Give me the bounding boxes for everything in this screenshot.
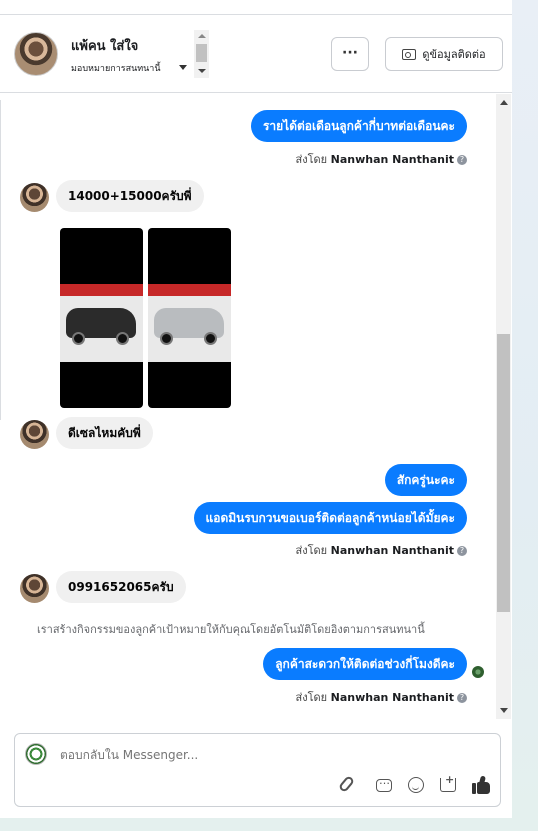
incoming-message[interactable]: ดีเซลไหมคับพี่ xyxy=(56,417,153,449)
sent-by-label: ส่งโดย Nanwhan Nanthanit? xyxy=(296,150,467,168)
outgoing-message[interactable]: สักครู่นะคะ xyxy=(384,464,467,496)
assign-conversation-label[interactable]: มอบหมายการสนทนานี้ xyxy=(71,61,161,75)
more-options-button[interactable]: ··· xyxy=(331,37,369,71)
view-contact-button[interactable]: ดูข้อมูลติดต่อ xyxy=(385,37,503,71)
reply-input[interactable] xyxy=(60,748,360,762)
sent-by-agent: Nanwhan Nanthanit xyxy=(330,691,454,704)
sent-by-agent: Nanwhan Nanthanit xyxy=(330,153,454,166)
smile-icon[interactable] xyxy=(408,777,424,793)
conversation-panel: แพ้คน ใส่ใจ มอบหมายการสนทนานี้ ··· ดูข้อ… xyxy=(0,0,512,818)
scroll-down-icon[interactable] xyxy=(198,69,206,73)
paperclip-icon[interactable] xyxy=(337,774,360,794)
outgoing-message[interactable]: ลูกค้าสะดวกให้ติดต่อช่วงกี่โมงดีคะ xyxy=(263,648,467,680)
chat-bubble-icon[interactable] xyxy=(376,774,392,792)
incoming-message[interactable]: 14000+15000ครับพี่ xyxy=(56,180,204,212)
view-contact-label: ดูข้อมูลติดต่อ xyxy=(422,48,486,61)
page-avatar xyxy=(25,743,47,765)
chat-scrollbar[interactable] xyxy=(496,94,511,719)
seen-avatar-icon xyxy=(472,666,484,678)
contact-avatar[interactable] xyxy=(14,32,58,76)
chevron-down-icon[interactable] xyxy=(179,65,187,70)
cart-plus-icon[interactable] xyxy=(440,773,456,792)
help-icon[interactable]: ? xyxy=(457,155,467,165)
reply-composer xyxy=(14,733,501,807)
sent-by-agent: Nanwhan Nanthanit xyxy=(330,544,454,557)
outgoing-message[interactable]: แอดมินรบกวนขอเบอร์ติดต่อลูกค้าหน่อยได้มั… xyxy=(193,502,467,534)
scroll-thumb[interactable] xyxy=(497,334,510,612)
scroll-thumb[interactable] xyxy=(196,44,207,62)
contact-name[interactable]: แพ้คน ใส่ใจ xyxy=(71,35,138,56)
header-scrollbar[interactable] xyxy=(194,30,209,78)
contact-card-icon xyxy=(402,48,417,60)
message-list: รายได้ต่อเดือนลูกค้ากี่บาทต่อเดือนคะ ส่ง… xyxy=(0,94,497,719)
scroll-up-icon[interactable] xyxy=(500,100,508,105)
sent-by-prefix: ส่งโดย xyxy=(295,691,328,704)
scroll-up-icon[interactable] xyxy=(198,34,206,38)
scroll-down-icon[interactable] xyxy=(500,708,508,713)
help-icon[interactable]: ? xyxy=(457,546,467,556)
sent-by-label: ส่งโดย Nanwhan Nanthanit? xyxy=(296,541,467,559)
contact-avatar-small[interactable] xyxy=(20,183,49,212)
thumbs-up-icon[interactable] xyxy=(472,775,490,794)
sent-by-prefix: ส่งโดย xyxy=(295,544,328,557)
system-note: เราสร้างกิจกรรมของลูกค้าเป้าหมายให้กับคุ… xyxy=(37,623,425,636)
incoming-message[interactable]: 0991652065ครับ xyxy=(56,571,186,603)
sent-by-label: ส่งโดย Nanwhan Nanthanit? xyxy=(296,688,467,706)
car-photo-2[interactable] xyxy=(148,228,231,408)
contact-avatar-small[interactable] xyxy=(20,574,49,603)
sent-by-prefix: ส่งโดย xyxy=(295,153,328,166)
composer-toolbar xyxy=(337,773,490,794)
car-photo-1[interactable] xyxy=(60,228,143,408)
contact-avatar-small[interactable] xyxy=(20,420,49,449)
outgoing-message[interactable]: รายได้ต่อเดือนลูกค้ากี่บาทต่อเดือนคะ xyxy=(250,110,467,142)
conversation-header: แพ้คน ใส่ใจ มอบหมายการสนทนานี้ ··· ดูข้อ… xyxy=(0,15,512,93)
help-icon[interactable]: ? xyxy=(457,693,467,703)
